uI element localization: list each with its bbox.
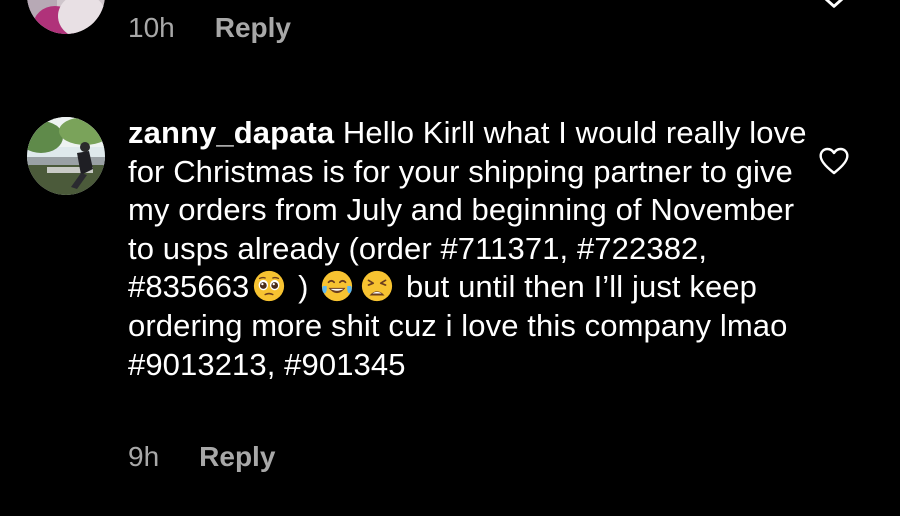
comment-text-part-2: ) bbox=[289, 269, 318, 305]
weary-face-emoji bbox=[362, 271, 393, 302]
pleading-face-emoji bbox=[254, 271, 285, 302]
face-with-tears-of-joy-emoji bbox=[322, 271, 353, 302]
reply-button[interactable]: Reply bbox=[199, 441, 275, 473]
previous-comment-avatar[interactable] bbox=[27, 0, 105, 34]
previous-comment-timestamp: 10h bbox=[128, 12, 175, 43]
previous-comment-meta: 10h Reply bbox=[128, 12, 291, 44]
previous-comment-like-icon[interactable] bbox=[818, 0, 850, 16]
previous-comment-reply-button[interactable]: Reply bbox=[215, 12, 291, 44]
comment-username[interactable]: zanny_dapata bbox=[128, 115, 334, 150]
hashtag-link[interactable]: #9013213 bbox=[128, 347, 267, 382]
comment-meta: 9h Reply bbox=[128, 441, 275, 473]
comment-author-avatar[interactable] bbox=[27, 117, 105, 195]
hashtag-link[interactable]: #835663 bbox=[128, 269, 249, 304]
hashtag-link[interactable]: #722382 bbox=[577, 231, 698, 266]
comment-timestamp: 9h bbox=[128, 441, 160, 472]
like-heart-icon[interactable] bbox=[818, 146, 850, 176]
hashtag-link[interactable]: #901345 bbox=[284, 347, 405, 382]
comment-separator: , bbox=[559, 230, 577, 266]
comment-separator: , bbox=[698, 230, 708, 266]
hashtag-link[interactable]: #711371 bbox=[440, 231, 559, 266]
comment-text: zanny_dapata Hello Kirll what I would re… bbox=[128, 114, 808, 384]
comment-separator: , bbox=[266, 346, 285, 382]
